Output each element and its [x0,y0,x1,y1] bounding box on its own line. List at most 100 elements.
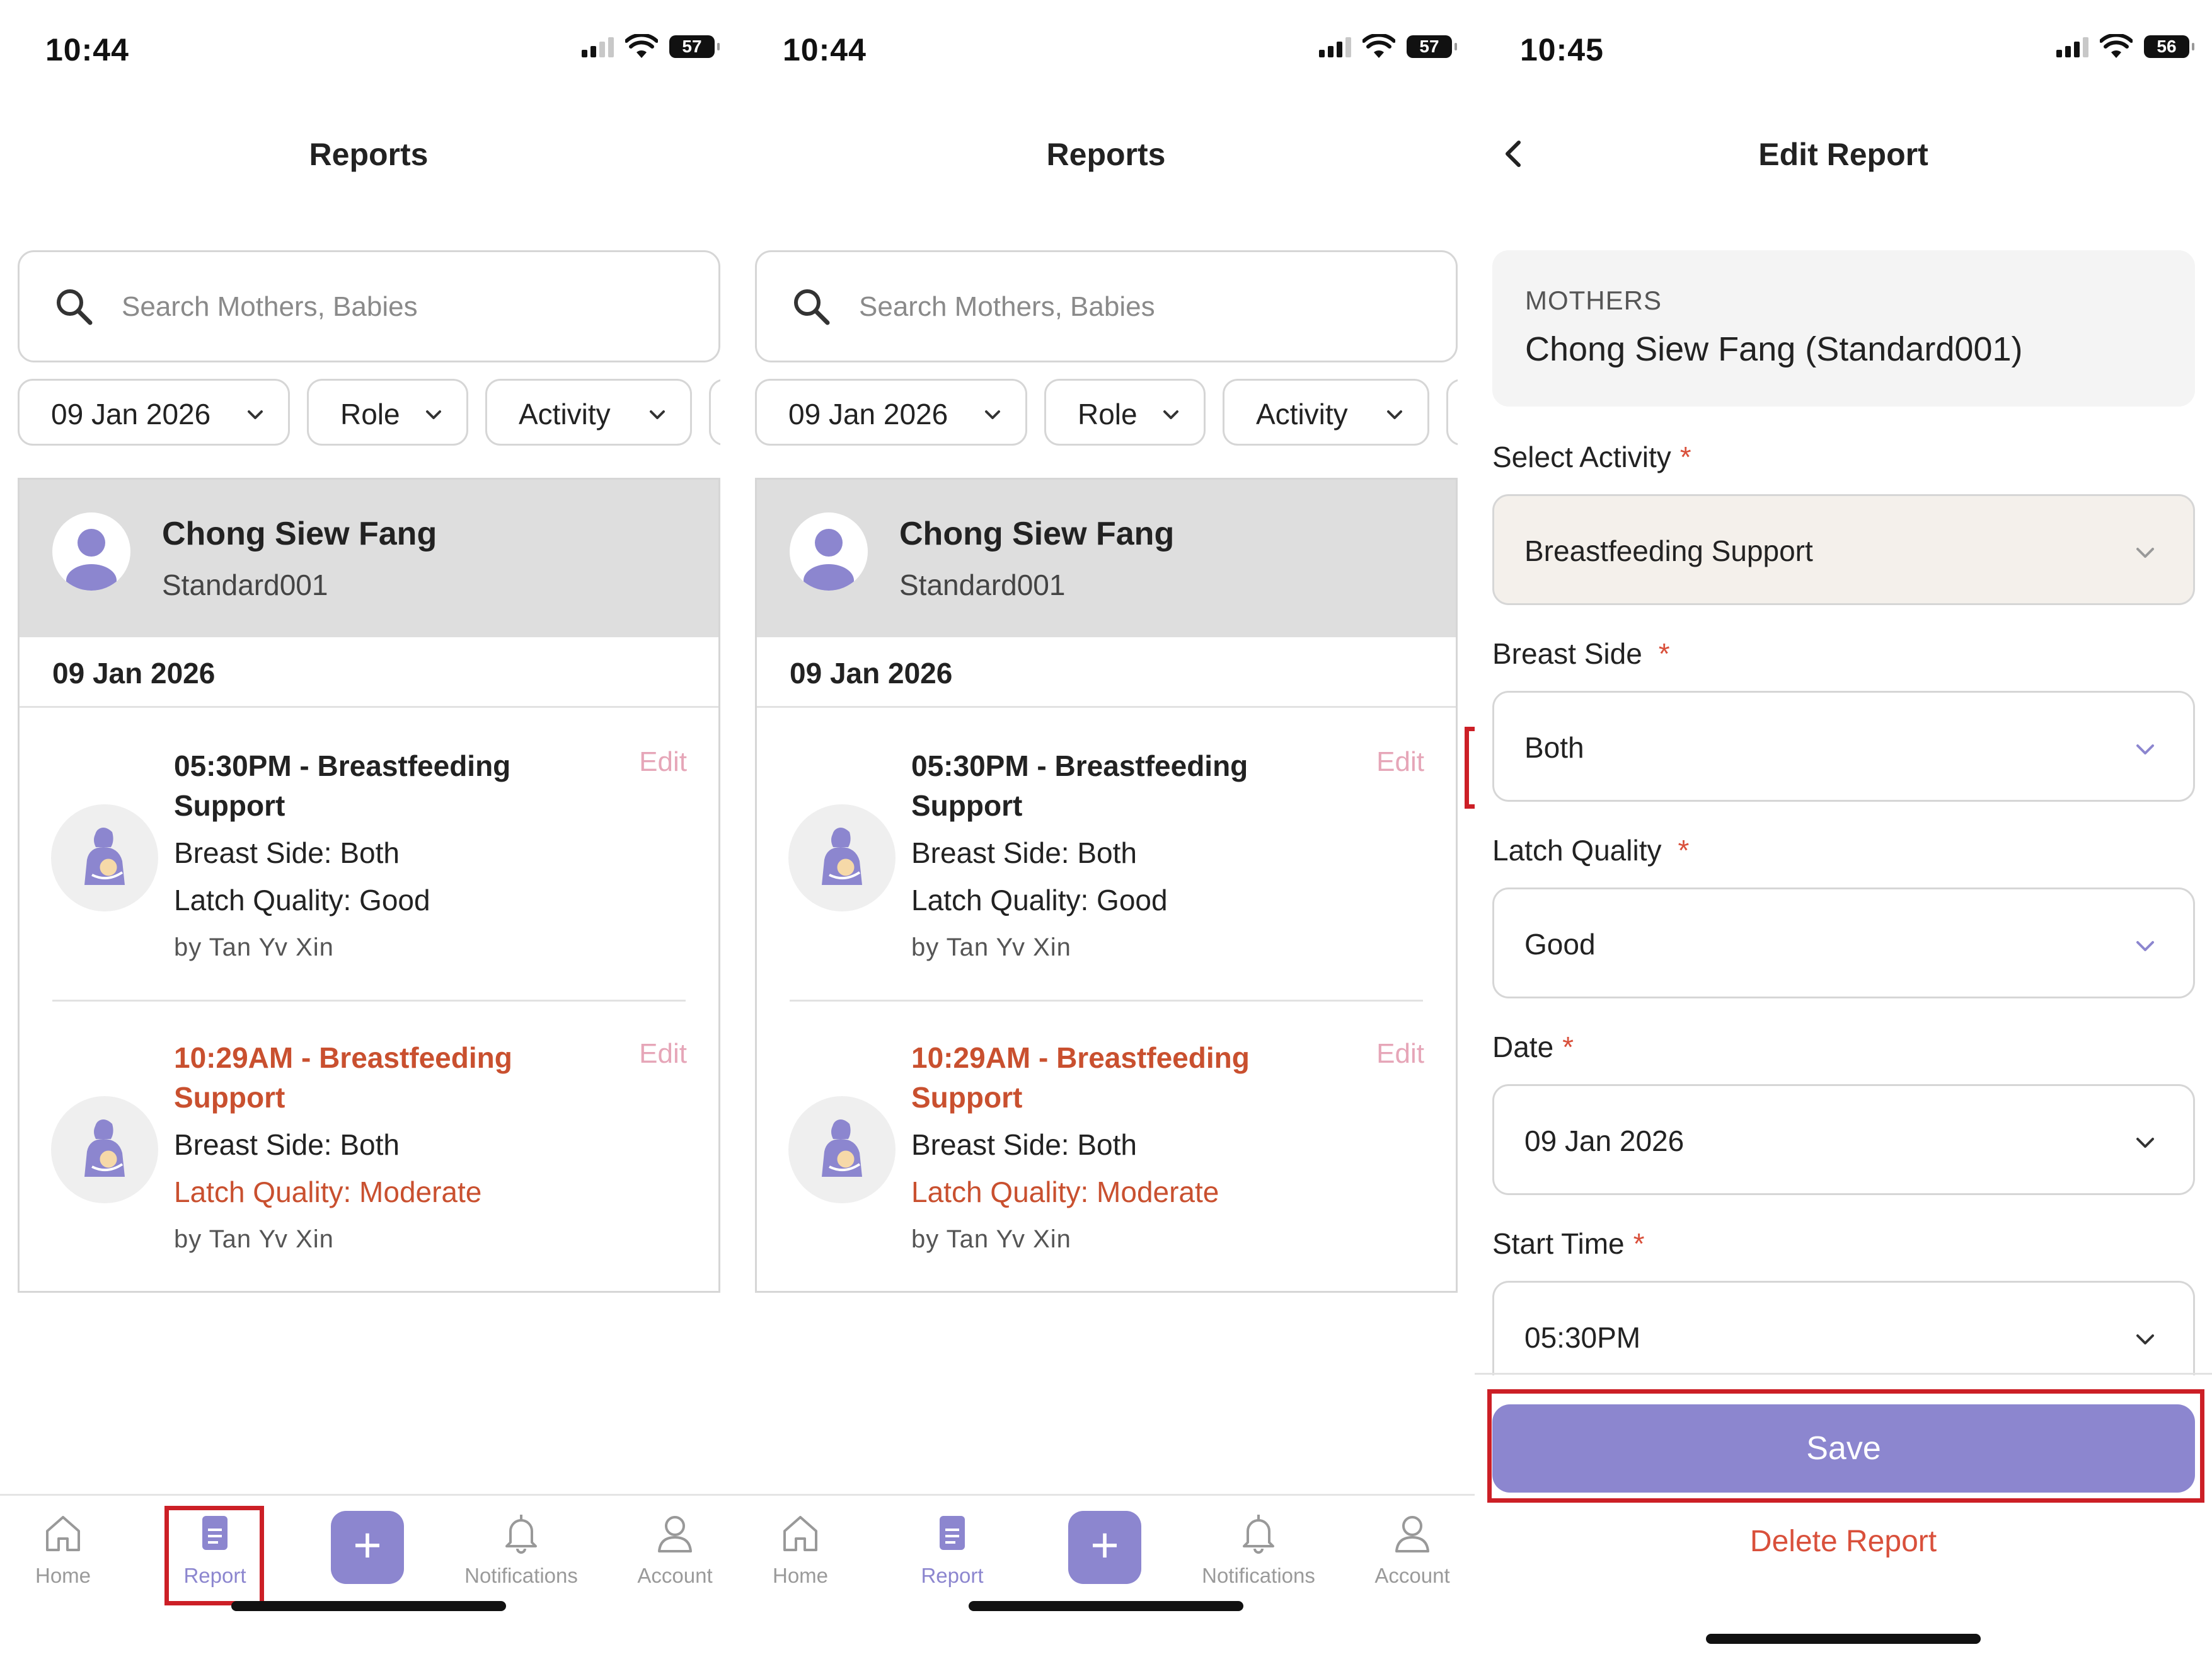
chevron-down-icon [248,410,263,419]
start-time-value: 05:30PM [1524,1321,1641,1354]
divider [1475,1373,2212,1375]
highlight-box [1487,1389,2204,1503]
patient-header[interactable]: Chong Siew Fang Standard001 [20,480,718,637]
breast-side-text: Breast Side: Both [174,836,400,869]
filter-chips: 09 Jan 2026 Role Activity [755,379,1458,447]
date-heading-text: 09 Jan 2026 [790,657,953,690]
add-report-button[interactable]: + [331,1511,404,1584]
wifi-icon [625,34,658,58]
account-icon [658,1516,692,1552]
date-label: Date * [1492,1031,1574,1063]
page-title: Reports [1046,137,1166,172]
battery-icon: 57 [1407,35,1457,58]
patient-header[interactable]: Chong Siew Fang Standard001 [757,480,1456,637]
edit-link[interactable]: Edit [1376,1038,1424,1070]
breast-side-text: Breast Side: Both [174,1128,400,1161]
latch-quality-label: Latch Quality * [1492,834,1690,867]
chevron-down-icon [2136,548,2154,558]
patient-id: Standard001 [899,569,1066,601]
nav-report-label: Report [921,1564,984,1587]
chevron-down-icon [2136,941,2154,951]
search-input[interactable]: Search Mothers, Babies [755,250,1458,362]
bottom-nav: Home Report + Notifications Account [737,1494,1475,1626]
author-text: by Tan Yv Xin [911,1225,1071,1253]
breast-side-text: Breast Side: Both [911,1128,1137,1161]
more-filter-chip[interactable] [1446,379,1458,446]
breastfeeding-icon [788,1096,896,1203]
bottom-nav: Home Report + Notifications Account [0,1494,737,1626]
nav-home[interactable]: Home [0,1511,135,1588]
list-item[interactable]: 10:29AM - Breastfeeding Support Edit Bre… [20,1002,718,1292]
cellular-signal-icon [2056,36,2088,57]
activity-filter-dropdown[interactable]: Activity [1223,379,1429,446]
start-time-picker[interactable]: 05:30PM [1492,1281,2195,1375]
latch-quality-text: Latch Quality: Moderate [911,1176,1219,1208]
author-text: by Tan Yv Xin [911,934,1071,961]
home-icon [46,1516,80,1551]
activity-filter-dropdown[interactable]: Activity [485,379,692,446]
patient-name: Chong Siew Fang [899,516,1175,552]
chevron-down-icon [1163,410,1178,419]
patient-id: Standard001 [162,569,328,601]
wifi-icon [2100,34,2133,58]
date-picker[interactable]: 09 Jan 2026 [1492,1084,2195,1195]
date-heading-text: 09 Jan 2026 [52,657,216,690]
cellular-signal-icon [582,36,614,57]
date-heading: 09 Jan 2026 [757,637,1456,708]
nav-home[interactable]: Home [737,1511,873,1588]
latch-quality-value: Good [1524,928,1596,961]
search-input[interactable]: Search Mothers, Babies [18,250,720,362]
date-value: 09 Jan 2026 [1524,1124,1685,1157]
nav-account[interactable]: Account [602,1511,737,1588]
date-filter-label: 09 Jan 2026 [788,398,948,431]
date-filter-dropdown[interactable]: 09 Jan 2026 [18,379,290,446]
chevron-down-icon [426,410,441,419]
date-filter-label: 09 Jan 2026 [51,398,211,431]
status-time: 10:45 [1520,32,1604,67]
activity-value: Breastfeeding Support [1524,535,1813,567]
entry-title: 05:30PM - Breastfeeding Support [911,749,1248,822]
activity-label: Select Activity * [1492,441,1691,473]
activity-select[interactable]: Breastfeeding Support [1492,494,2195,605]
breast-side-select[interactable]: Both [1492,691,2195,802]
list-item[interactable]: 10:29AM - Breastfeeding Support Edit Bre… [757,1002,1456,1292]
bell-icon [505,1515,537,1554]
nav-report[interactable]: Report [880,1511,1025,1588]
chevron-down-icon [1387,410,1402,419]
highlight-box [1465,727,1475,809]
status-time: 10:44 [783,32,867,67]
role-filter-label: Role [1078,398,1138,431]
list-item[interactable]: 05:30PM - Breastfeeding Support Edit Bre… [20,710,718,1002]
add-report-button[interactable]: + [1068,1511,1141,1584]
author-text: by Tan Yv Xin [174,1225,334,1253]
more-filter-chip[interactable] [709,379,720,446]
nav-account-label: Account [637,1564,713,1587]
nav-home-label: Home [35,1564,91,1587]
search-icon [794,289,830,325]
role-filter-dropdown[interactable]: Role [1044,379,1206,446]
role-filter-dropdown[interactable]: Role [307,379,468,446]
list-item[interactable]: 05:30PM - Breastfeeding Support Edit Bre… [757,710,1475,1002]
nav-notifications[interactable]: Notifications [449,1511,594,1588]
home-indicator [969,1601,1243,1611]
delete-report-button[interactable]: Delete Report [1475,1524,2212,1559]
avatar [52,512,130,591]
nav-notifications[interactable]: Notifications [1186,1511,1331,1588]
entry-title: 10:29AM - Breastfeeding Support [174,1041,512,1114]
user-icon [66,529,117,591]
nav-notifications-label: Notifications [464,1564,578,1587]
status-bar: 10:45 56 [1475,29,2212,73]
search-placeholder: Search Mothers, Babies [122,291,418,322]
nav-account-label: Account [1374,1564,1450,1587]
chevron-down-icon [2136,744,2154,754]
date-filter-dropdown[interactable]: 09 Jan 2026 [755,379,1027,446]
breast-side-label: Breast Side * [1492,637,1670,670]
latch-quality-select[interactable]: Good [1492,887,2195,998]
edit-link[interactable]: Edit [639,746,687,778]
edit-link[interactable]: Edit [1376,746,1424,778]
edit-report-screen: 10:45 56 Edit Report MOTHERS Chong Siew … [1475,0,2212,1659]
status-icons: 57 [1319,34,1457,59]
latch-quality-text: Latch Quality: Moderate [174,1176,482,1208]
edit-link[interactable]: Edit [639,1038,687,1070]
nav-account[interactable]: Account [1340,1511,1475,1588]
